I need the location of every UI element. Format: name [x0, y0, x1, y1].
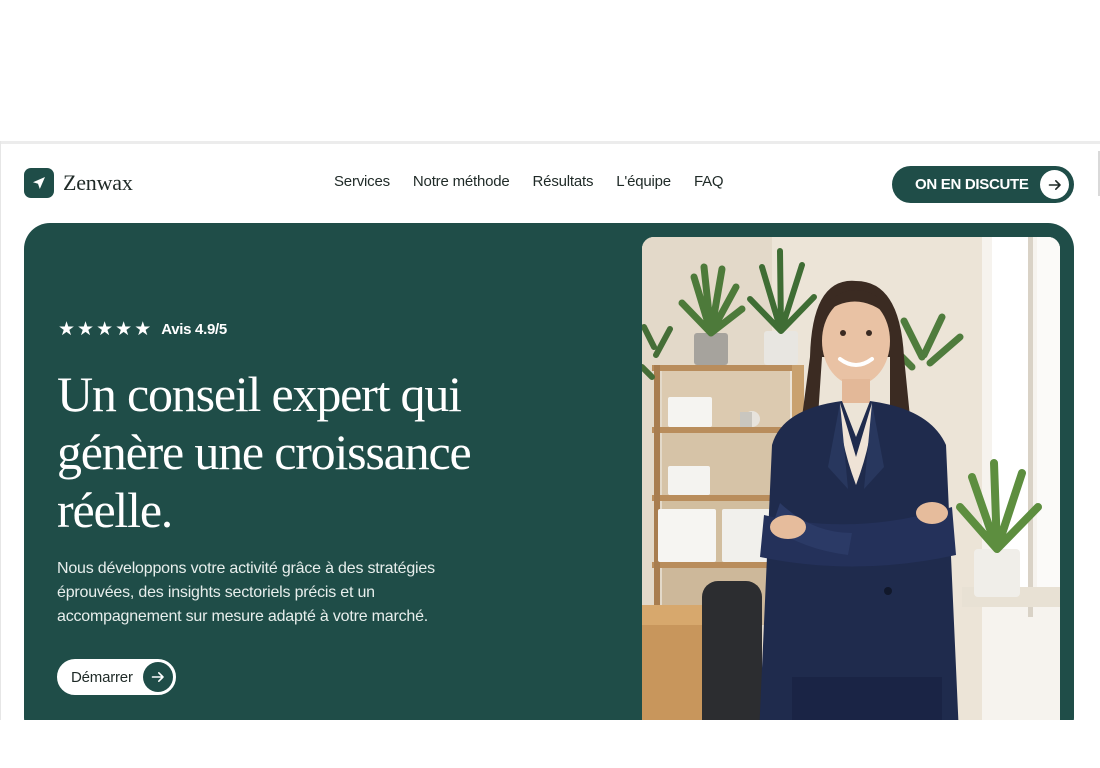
nav-item-services[interactable]: Services: [334, 173, 390, 190]
hero-photo: [642, 237, 1060, 720]
brand-name: Zenwax: [63, 170, 133, 195]
main-nav: Services Notre méthode Résultats L'équip…: [334, 173, 724, 190]
star-icon: ★: [58, 318, 76, 340]
viewport-left-border: [0, 141, 1, 720]
rating-text: Avis 4.9/5: [161, 320, 227, 338]
contact-cta-button[interactable]: ON EN DISCUTE: [892, 166, 1074, 203]
nav-item-faq[interactable]: FAQ: [694, 173, 724, 190]
businesswoman-office-illustration: [642, 237, 1060, 720]
hero-headline: Un conseil expert qui génère une croissa…: [57, 366, 472, 538]
rating-stars: ★ ★ ★ ★ ★: [58, 319, 151, 339]
hero-section: ★ ★ ★ ★ ★ Avis 4.9/5 Un conseil expert q…: [24, 223, 1074, 720]
rating-summary: ★ ★ ★ ★ ★ Avis 4.9/5: [58, 319, 227, 339]
start-button[interactable]: Démarrer: [57, 659, 176, 695]
contact-cta-label: ON EN DISCUTE: [915, 176, 1029, 193]
paper-plane-icon: [24, 168, 54, 198]
site-header: Zenwax Services Notre méthode Résultats …: [0, 144, 1100, 224]
star-icon: ★: [115, 318, 133, 340]
star-icon: ★: [134, 318, 152, 340]
star-icon: ★: [77, 318, 95, 340]
hero-subtext: Nous développons votre activité grâce à …: [57, 560, 435, 625]
arrow-right-icon: [143, 662, 173, 692]
arrow-right-icon: [1040, 170, 1069, 199]
nav-item-resultats[interactable]: Résultats: [533, 173, 594, 190]
nav-item-notre-methode[interactable]: Notre méthode: [413, 173, 510, 190]
nav-item-equipe[interactable]: L'équipe: [616, 173, 671, 190]
browser-viewport: Zenwax Services Notre méthode Résultats …: [0, 141, 1100, 720]
start-button-label: Démarrer: [71, 668, 133, 686]
star-icon: ★: [96, 318, 114, 340]
brand-logo-link[interactable]: Zenwax: [24, 168, 133, 198]
